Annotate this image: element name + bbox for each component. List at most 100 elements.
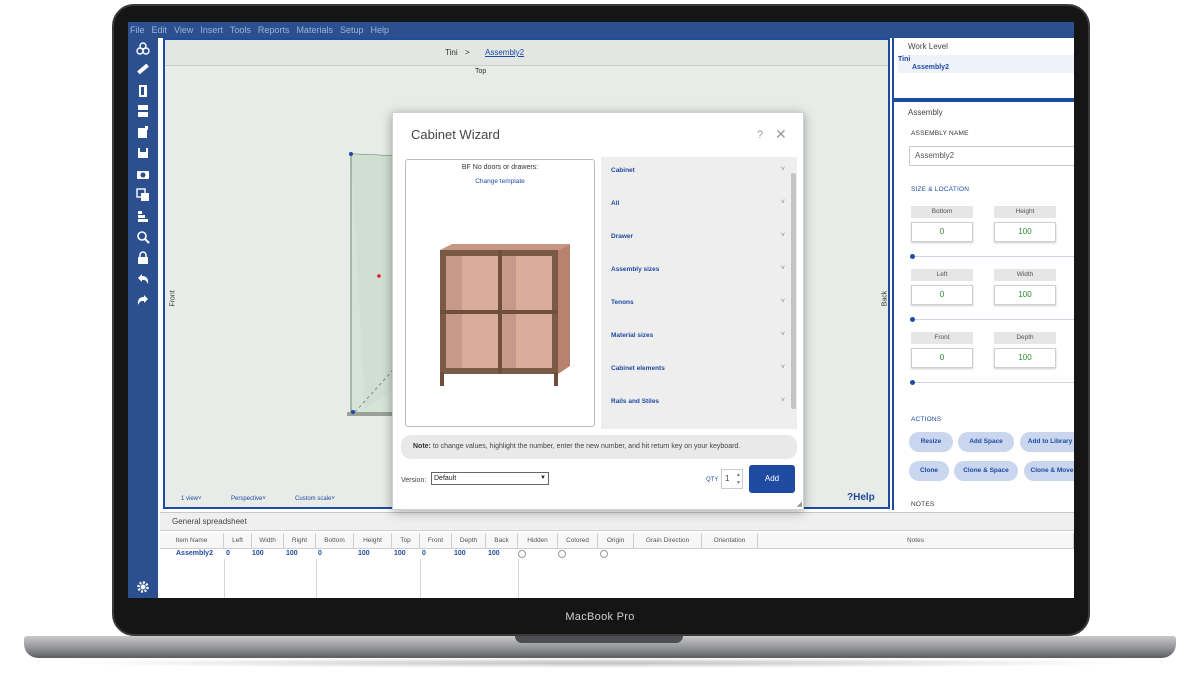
app-screen: File Edit View Insert Tools Reports Mate… xyxy=(128,22,1074,598)
menu-tools[interactable]: Tools xyxy=(230,25,251,35)
menu-materials[interactable]: Materials xyxy=(296,25,333,35)
category-cabinet-elements[interactable]: Cabinet elements ˅ xyxy=(601,363,789,377)
col-height[interactable]: Height xyxy=(354,533,392,549)
camera-icon[interactable] xyxy=(135,167,151,181)
col-front[interactable]: Front xyxy=(420,533,452,549)
work-level-root[interactable]: Tini xyxy=(898,56,910,63)
panel-icon[interactable] xyxy=(135,125,151,139)
menu-reports[interactable]: Reports xyxy=(258,25,290,35)
col-orientation[interactable]: Orientation xyxy=(702,533,758,549)
row-origin-toggle[interactable] xyxy=(600,550,608,558)
lock-icon[interactable] xyxy=(135,251,151,265)
category-tenons[interactable]: Tenons ˅ xyxy=(601,297,789,311)
measure-icon[interactable] xyxy=(135,62,151,76)
col-right[interactable]: Right xyxy=(284,533,316,549)
col-origin[interactable]: Origin xyxy=(598,533,634,549)
laptop-shadow xyxy=(60,658,1140,668)
row-depth[interactable]: 100 xyxy=(454,549,466,559)
category-all[interactable]: All ˅ xyxy=(601,198,789,212)
row-colored-toggle[interactable] xyxy=(558,550,566,558)
version-select[interactable]: Default ▼ xyxy=(431,472,549,485)
menu-edit[interactable]: Edit xyxy=(152,25,168,35)
door-icon[interactable] xyxy=(135,84,151,98)
row-item-name[interactable]: Assembly2 xyxy=(176,549,213,559)
base-notch xyxy=(515,636,683,643)
row-bottom[interactable]: 0 xyxy=(318,549,322,559)
gear-icon[interactable] xyxy=(135,580,151,594)
zoom-icon[interactable] xyxy=(135,230,151,244)
col-back[interactable]: Back xyxy=(486,533,518,549)
row-right[interactable]: 100 xyxy=(286,549,298,559)
row-left[interactable]: 0 xyxy=(226,549,230,559)
front-field[interactable]: 0 xyxy=(911,348,973,368)
help-icon[interactable]: ? xyxy=(757,129,763,141)
row-top[interactable]: 100 xyxy=(394,549,406,559)
add-to-library-button[interactable]: Add to Library xyxy=(1020,432,1074,452)
resize-grip-icon[interactable]: ◢ xyxy=(797,500,802,508)
vertical-slider[interactable] xyxy=(910,254,1074,259)
chevron-down-icon: ˅ xyxy=(780,166,785,173)
col-width[interactable]: Width xyxy=(252,533,284,549)
work-level-panel: Work Level Tini Assembly2 xyxy=(892,38,1074,100)
save-icon[interactable] xyxy=(135,146,151,160)
col-hidden[interactable]: Hidden xyxy=(518,533,558,549)
assembly-icon[interactable] xyxy=(135,42,151,56)
category-scrollbar[interactable] xyxy=(791,173,796,409)
category-rails-stiles[interactable]: Rails and Stiles ˅ xyxy=(601,396,789,410)
row-hidden-toggle[interactable] xyxy=(518,550,526,558)
assembly-title: Assembly xyxy=(908,108,943,117)
views-dropdown[interactable]: 1 view˅ xyxy=(181,496,202,502)
col-left[interactable]: Left xyxy=(224,533,252,549)
add-space-button[interactable]: Add Space xyxy=(958,432,1014,452)
spreadsheet-tab[interactable]: General spreadsheet xyxy=(160,513,1074,531)
row-width[interactable]: 100 xyxy=(252,549,264,559)
menu-file[interactable]: File xyxy=(130,25,145,35)
align-icon[interactable] xyxy=(135,209,151,223)
row-height[interactable]: 100 xyxy=(358,549,370,559)
close-icon[interactable]: ✕ xyxy=(775,126,787,143)
stepper-arrows-icon[interactable]: ▲ ▼ xyxy=(736,471,741,487)
col-depth[interactable]: Depth xyxy=(452,533,486,549)
left-field[interactable]: 0 xyxy=(911,285,973,305)
assembly-name-input[interactable]: Assembly2 xyxy=(909,146,1074,166)
undo-icon[interactable] xyxy=(135,272,151,286)
scale-dropdown[interactable]: Custom scale˅ xyxy=(295,496,335,502)
category-cabinet[interactable]: Cabinet ˅ xyxy=(601,165,789,179)
menu-setup[interactable]: Setup xyxy=(340,25,364,35)
width-field[interactable]: 100 xyxy=(994,285,1056,305)
menu-view[interactable]: View xyxy=(174,25,193,35)
depth-field[interactable]: 100 xyxy=(994,348,1056,368)
chevron-down-icon: ˅ xyxy=(780,331,785,338)
change-template-link[interactable]: Change template xyxy=(406,178,594,185)
col-bottom[interactable]: Bottom xyxy=(316,533,354,549)
col-grain-direction[interactable]: Grain Direction xyxy=(634,533,702,549)
add-button[interactable]: Add xyxy=(749,465,795,493)
menu-help[interactable]: Help xyxy=(370,25,389,35)
clone-move-button[interactable]: Clone & Move xyxy=(1024,461,1074,481)
clone-button[interactable]: Clone xyxy=(909,461,949,481)
category-drawer[interactable]: Drawer ˅ xyxy=(601,231,789,245)
depth-slider[interactable] xyxy=(910,380,1074,385)
horizontal-slider[interactable] xyxy=(910,317,1074,322)
qty-stepper[interactable]: 1 ▲ ▼ xyxy=(721,469,743,489)
redo-icon[interactable] xyxy=(135,293,151,307)
col-notes[interactable]: Notes xyxy=(758,533,1074,549)
menu-insert[interactable]: Insert xyxy=(200,25,223,35)
col-top[interactable]: Top xyxy=(392,533,420,549)
copy-icon[interactable] xyxy=(135,188,151,202)
drawer-icon[interactable] xyxy=(135,104,151,118)
work-level-child[interactable]: Assembly2 xyxy=(912,64,949,71)
col-item-name[interactable]: Item Name xyxy=(160,533,224,549)
col-colored[interactable]: Colored xyxy=(558,533,598,549)
clone-space-button[interactable]: Clone & Space xyxy=(954,461,1018,481)
height-field[interactable]: 100 xyxy=(994,222,1056,242)
help-button[interactable]: ?Help xyxy=(847,492,875,503)
chevron-down-icon: ˅ xyxy=(780,397,785,404)
row-back[interactable]: 100 xyxy=(488,549,500,559)
row-front[interactable]: 0 xyxy=(422,549,426,559)
resize-button[interactable]: Resize xyxy=(909,432,953,452)
projection-dropdown[interactable]: Perspective˅ xyxy=(231,496,266,502)
category-assembly-sizes[interactable]: Assembly sizes ˅ xyxy=(601,264,789,278)
bottom-field[interactable]: 0 xyxy=(911,222,973,242)
category-material-sizes[interactable]: Material sizes ˅ xyxy=(601,330,789,344)
